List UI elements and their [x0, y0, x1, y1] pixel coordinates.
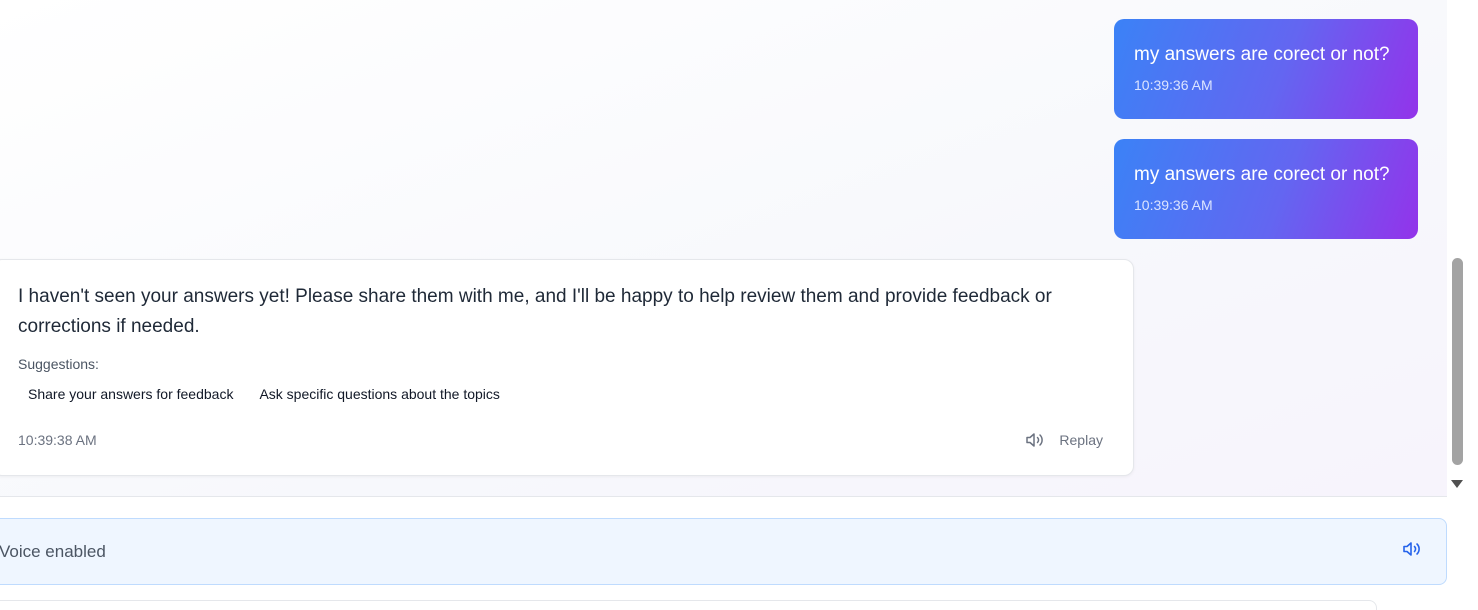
suggestion-chip[interactable]: Share your answers for feedback: [18, 380, 243, 408]
user-message: my answers are corect or not? 10:39:36 A…: [1114, 19, 1418, 119]
voice-status-label: Voice enabled: [0, 541, 106, 561]
user-message-time: 10:39:36 AM: [1134, 77, 1213, 93]
user-message-text: my answers are corect or not?: [1134, 164, 1390, 185]
replay-button[interactable]: Replay: [1025, 431, 1103, 449]
scrollbar-thumb[interactable]: [1452, 258, 1463, 465]
speaker-icon: [1403, 542, 1420, 556]
assistant-message-text: I haven't seen your answers yet! Please …: [18, 286, 1052, 337]
assistant-message: I haven't seen your answers yet! Please …: [0, 259, 1134, 476]
suggestions-list: Share your answers for feedback Ask spec…: [18, 380, 1109, 408]
speaker-icon: [1026, 433, 1044, 447]
voice-toggle-button[interactable]: [1402, 540, 1422, 563]
suggestion-chip[interactable]: Ask specific questions about the topics: [249, 380, 509, 408]
replay-label: Replay: [1059, 432, 1103, 448]
user-message: my answers are corect or not? 10:39:36 A…: [1114, 139, 1418, 239]
chat-scrollbar[interactable]: [1447, 0, 1478, 497]
suggestions-label: Suggestions:: [18, 356, 99, 372]
user-message-text: my answers are corect or not?: [1134, 44, 1390, 65]
assistant-message-time: 10:39:38 AM: [18, 432, 97, 448]
user-message-time: 10:39:36 AM: [1134, 197, 1213, 213]
assistant-message-footer: 10:39:38 AM Replay: [18, 431, 1103, 449]
chat-messages-area[interactable]: my answers are corect or not? 10:39:36 A…: [0, 0, 1447, 497]
message-input-area[interactable]: [0, 600, 1377, 610]
voice-status-bar: Voice enabled: [0, 518, 1447, 585]
scroll-down-arrow-icon[interactable]: [1451, 480, 1463, 488]
